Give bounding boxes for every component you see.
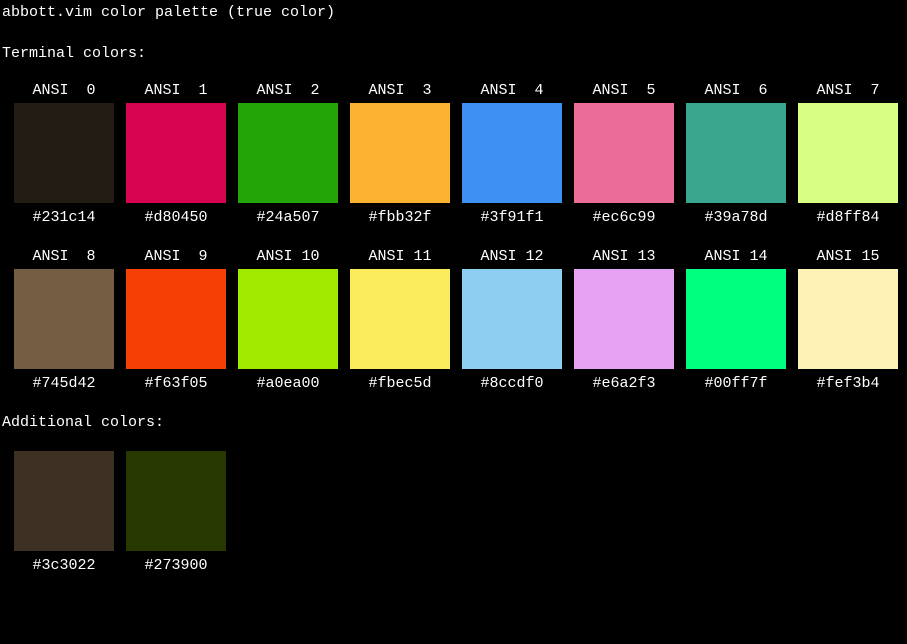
swatch-hex-label: #e6a2f3 xyxy=(592,375,655,392)
swatch-ansi-label: ANSI 3 xyxy=(368,82,431,99)
swatch-hex-label: #231c14 xyxy=(32,209,95,226)
swatch-cell: ANSI 14 #00ff7f xyxy=(686,248,786,392)
swatch-hex-label: #3c3022 xyxy=(32,557,95,574)
swatch-hex-label: #fbb32f xyxy=(368,209,431,226)
swatch-box xyxy=(574,103,674,203)
additional-row-0: #3c3022 #273900 xyxy=(0,451,907,574)
swatch-hex-label: #f63f05 xyxy=(144,375,207,392)
swatch-box xyxy=(574,269,674,369)
swatch-cell: #273900 xyxy=(126,451,226,574)
swatch-box xyxy=(798,103,898,203)
swatch-hex-label: #d8ff84 xyxy=(816,209,879,226)
swatch-box xyxy=(126,269,226,369)
swatch-cell: ANSI 3 #fbb32f xyxy=(350,82,450,226)
swatch-box xyxy=(14,103,114,203)
swatch-ansi-label: ANSI 11 xyxy=(368,248,431,265)
swatch-hex-label: #8ccdf0 xyxy=(480,375,543,392)
swatch-ansi-label: ANSI 7 xyxy=(816,82,879,99)
swatch-cell: ANSI 11 #fbec5d xyxy=(350,248,450,392)
swatch-ansi-label: ANSI 12 xyxy=(480,248,543,265)
swatch-box xyxy=(350,269,450,369)
swatch-box xyxy=(238,269,338,369)
swatch-box xyxy=(686,103,786,203)
swatch-box xyxy=(238,103,338,203)
swatch-ansi-label: ANSI 0 xyxy=(32,82,95,99)
swatch-ansi-label: ANSI 4 xyxy=(480,82,543,99)
swatch-ansi-label: ANSI 6 xyxy=(704,82,767,99)
swatch-cell: ANSI 6 #39a78d xyxy=(686,82,786,226)
swatch-hex-label: #fef3b4 xyxy=(816,375,879,392)
terminal-row-0: ANSI 0 #231c14 ANSI 1 #d80450 ANSI 2 #24… xyxy=(0,82,907,226)
swatch-hex-label: #3f91f1 xyxy=(480,209,543,226)
swatch-cell: ANSI 2 #24a507 xyxy=(238,82,338,226)
swatch-cell: ANSI 10 #a0ea00 xyxy=(238,248,338,392)
swatch-ansi-label: ANSI 2 xyxy=(256,82,319,99)
swatch-cell: ANSI 0 #231c14 xyxy=(14,82,114,226)
swatch-box xyxy=(14,269,114,369)
swatch-box xyxy=(126,451,226,551)
swatch-cell: ANSI 13 #e6a2f3 xyxy=(574,248,674,392)
swatch-hex-label: #24a507 xyxy=(256,209,319,226)
swatch-cell: ANSI 1 #d80450 xyxy=(126,82,226,226)
swatch-cell: #3c3022 xyxy=(14,451,114,574)
swatch-ansi-label: ANSI 14 xyxy=(704,248,767,265)
swatch-box xyxy=(126,103,226,203)
swatch-box xyxy=(14,451,114,551)
swatch-hex-label: #ec6c99 xyxy=(592,209,655,226)
additional-section-label: Additional colors: xyxy=(0,414,907,431)
swatch-ansi-label: ANSI 8 xyxy=(32,248,95,265)
swatch-cell: ANSI 12 #8ccdf0 xyxy=(462,248,562,392)
swatch-cell: ANSI 9 #f63f05 xyxy=(126,248,226,392)
swatch-ansi-label: ANSI 1 xyxy=(144,82,207,99)
swatch-box xyxy=(462,269,562,369)
terminal-section-label: Terminal colors: xyxy=(0,45,907,62)
terminal-row-1: ANSI 8 #745d42 ANSI 9 #f63f05 ANSI 10 #a… xyxy=(0,248,907,392)
swatch-hex-label: #a0ea00 xyxy=(256,375,319,392)
swatch-box xyxy=(686,269,786,369)
swatch-cell: ANSI 5 #ec6c99 xyxy=(574,82,674,226)
swatch-ansi-label: ANSI 10 xyxy=(256,248,319,265)
swatch-box xyxy=(350,103,450,203)
swatch-hex-label: #273900 xyxy=(144,557,207,574)
page-title: abbott.vim color palette (true color) xyxy=(0,4,907,21)
swatch-hex-label: #39a78d xyxy=(704,209,767,226)
swatch-ansi-label: ANSI 13 xyxy=(592,248,655,265)
swatch-ansi-label: ANSI 5 xyxy=(592,82,655,99)
swatch-cell: ANSI 7 #d8ff84 xyxy=(798,82,898,226)
swatch-cell: ANSI 4 #3f91f1 xyxy=(462,82,562,226)
swatch-ansi-label: ANSI 9 xyxy=(144,248,207,265)
swatch-ansi-label: ANSI 15 xyxy=(816,248,879,265)
swatch-box xyxy=(462,103,562,203)
swatch-cell: ANSI 15 #fef3b4 xyxy=(798,248,898,392)
swatch-hex-label: #00ff7f xyxy=(704,375,767,392)
swatch-hex-label: #745d42 xyxy=(32,375,95,392)
swatch-hex-label: #d80450 xyxy=(144,209,207,226)
swatch-hex-label: #fbec5d xyxy=(368,375,431,392)
swatch-cell: ANSI 8 #745d42 xyxy=(14,248,114,392)
swatch-box xyxy=(798,269,898,369)
